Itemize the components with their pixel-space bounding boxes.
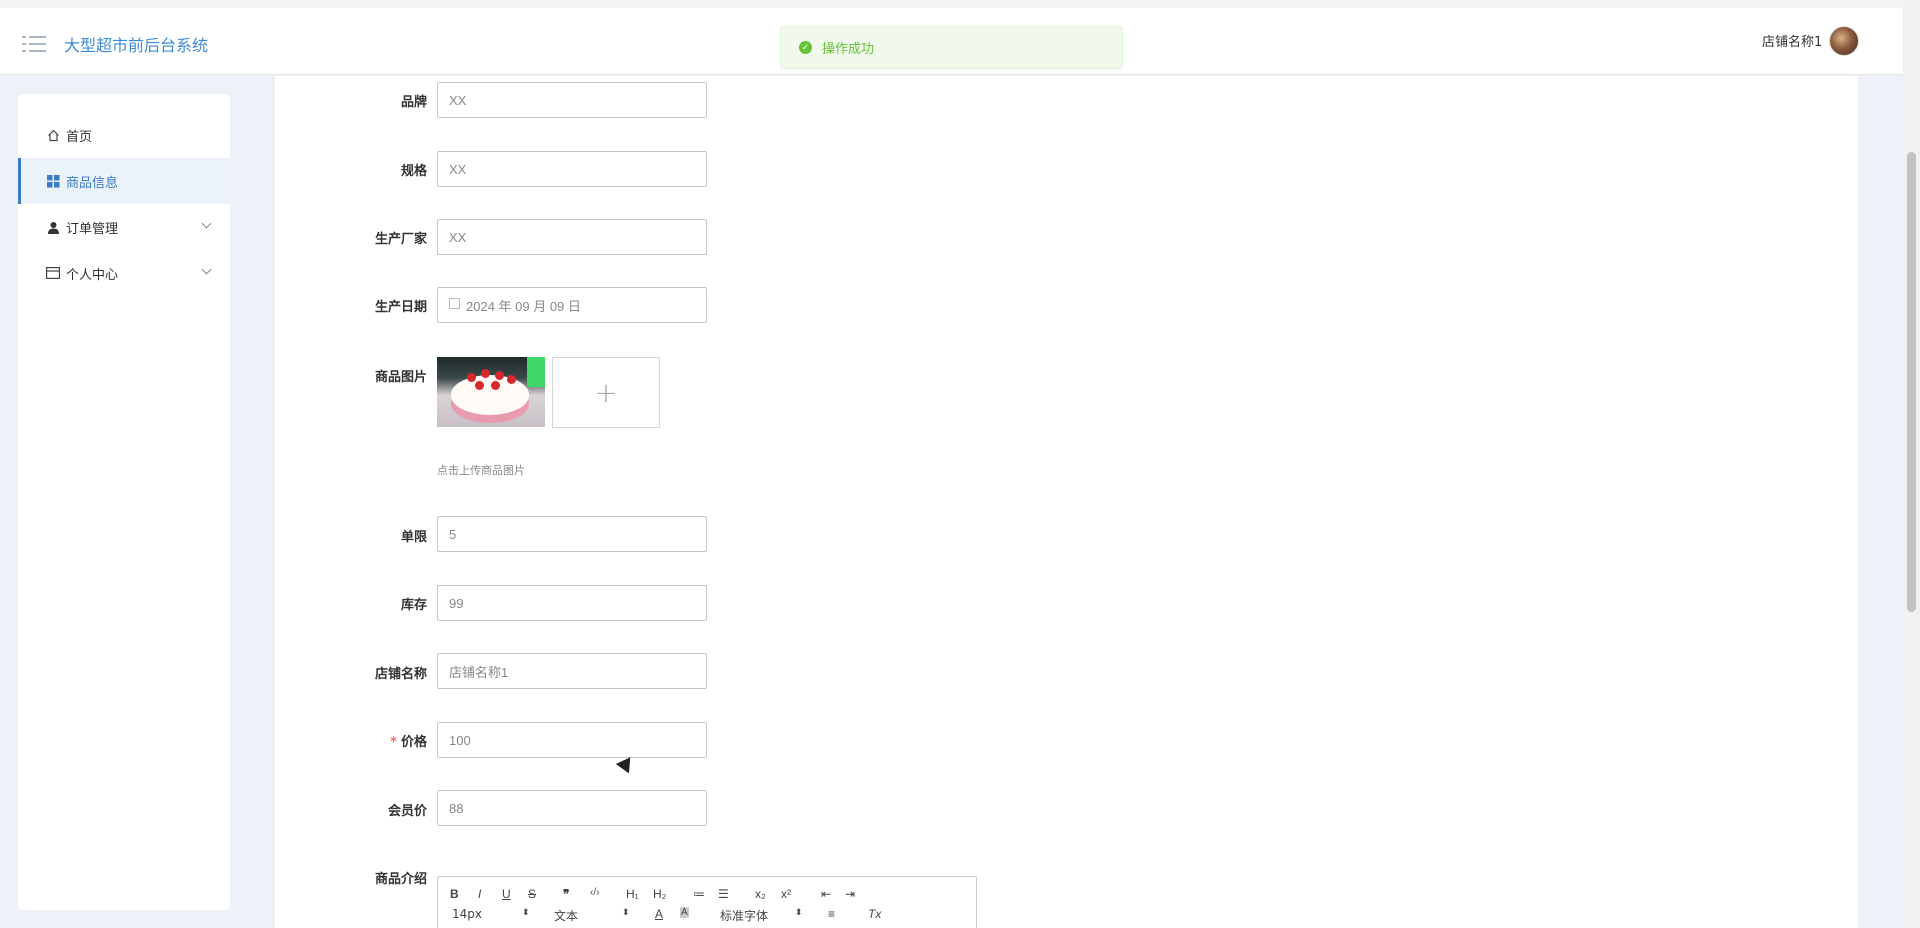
block-type-select-arrow-icon: ⬍ bbox=[622, 907, 630, 917]
superscript-button[interactable]: x² bbox=[781, 887, 791, 901]
align-icon[interactable]: ≡ bbox=[828, 907, 835, 921]
manufacturer-label: 生产厂家 bbox=[374, 232, 427, 247]
sidebar-item-products[interactable]: 商品信息 bbox=[18, 158, 230, 204]
brand-input[interactable]: XX bbox=[437, 82, 707, 118]
description-label: 商品介绍 bbox=[374, 872, 427, 887]
sidebar-item-label: 商品信息 bbox=[66, 175, 119, 191]
font-family-select[interactable]: 标准字体 bbox=[720, 907, 768, 924]
blockquote-button[interactable]: ❞ bbox=[563, 887, 569, 901]
product-image-label: 商品图片 bbox=[374, 370, 427, 385]
upload-image-button[interactable]: + bbox=[552, 357, 660, 428]
top-bar: 大型超市前后台系统 ✓ 操作成功 店铺名称1 bbox=[0, 0, 1903, 75]
product-image-thumbnail[interactable] bbox=[437, 357, 545, 427]
upload-tip: 点击上传商品图片 bbox=[437, 464, 525, 477]
block-type-select[interactable]: 文本 bbox=[554, 907, 578, 924]
grid-icon bbox=[46, 174, 60, 188]
page-scrollbar[interactable] bbox=[1903, 0, 1920, 928]
scrollbar-thumb[interactable] bbox=[1907, 152, 1916, 612]
member-price-input[interactable]: 88 bbox=[437, 790, 707, 826]
sidebar-item-label: 订单管理 bbox=[66, 221, 119, 237]
user-shop-name[interactable]: 店铺名称1 bbox=[1762, 31, 1822, 50]
price-label: * 价格 bbox=[307, 731, 427, 750]
limit-input[interactable]: 5 bbox=[437, 516, 707, 552]
avatar[interactable] bbox=[1829, 26, 1859, 56]
production-date-picker[interactable]: 2024 年 09 月 09 日 bbox=[437, 287, 707, 323]
text-color-icon[interactable]: A bbox=[655, 907, 663, 921]
plus-icon: + bbox=[594, 376, 618, 409]
member-price-label: 会员价 bbox=[387, 804, 427, 819]
check-circle-icon: ✓ bbox=[799, 41, 812, 54]
sidebar-item-label: 首页 bbox=[66, 129, 93, 145]
card-icon bbox=[46, 266, 60, 280]
font-size-select-arrow-icon: ⬍ bbox=[522, 907, 530, 917]
brand-label: 品牌 bbox=[400, 95, 427, 110]
h2-button[interactable]: H₂ bbox=[653, 887, 666, 901]
limit-label: 单限 bbox=[400, 530, 427, 545]
clear-format-icon[interactable]: Tx bbox=[868, 907, 881, 921]
outdent-button[interactable]: ⇤ bbox=[821, 887, 831, 901]
calendar-icon bbox=[449, 297, 460, 309]
price-label-text: 价格 bbox=[400, 735, 427, 750]
sidebar-item-label: 个人中心 bbox=[66, 267, 119, 283]
manufacturer-input[interactable]: XX bbox=[437, 219, 707, 255]
h1-button[interactable]: H₁ bbox=[626, 887, 639, 901]
toast-message: 操作成功 bbox=[822, 42, 875, 57]
sidebar-item-home[interactable]: 首页 bbox=[18, 112, 230, 158]
sidebar-item-profile[interactable]: 个人中心 bbox=[18, 250, 230, 296]
sidebar: 首页 商品信息 订单管理 个人中心 bbox=[18, 94, 230, 910]
stock-label: 库存 bbox=[400, 598, 427, 613]
underline-button[interactable]: U bbox=[502, 887, 511, 901]
chevron-down-icon bbox=[201, 218, 212, 229]
stock-input[interactable]: 99 bbox=[437, 585, 707, 621]
indent-button[interactable]: ⇥ bbox=[845, 887, 855, 901]
app-title: 大型超市前后台系统 bbox=[64, 36, 209, 55]
spec-input[interactable]: XX bbox=[437, 151, 707, 187]
ordered-list-button[interactable]: ≔ bbox=[693, 887, 705, 901]
store-name-label: 店铺名称 bbox=[374, 667, 427, 682]
spec-label: 规格 bbox=[400, 164, 427, 179]
user-icon bbox=[46, 220, 60, 234]
production-date-value: 2024 年 09 月 09 日 bbox=[466, 298, 581, 314]
strike-button[interactable]: S bbox=[528, 887, 536, 901]
font-size-select[interactable]: 14px bbox=[452, 907, 482, 921]
menu-toggle-icon[interactable] bbox=[22, 34, 46, 54]
italic-button[interactable]: I bbox=[478, 887, 481, 901]
chevron-down-icon bbox=[201, 264, 212, 275]
background-color-icon[interactable]: A bbox=[680, 907, 689, 918]
success-toast: ✓ 操作成功 bbox=[780, 26, 1123, 69]
production-date-label: 生产日期 bbox=[374, 300, 427, 315]
sidebar-item-orders[interactable]: 订单管理 bbox=[18, 204, 230, 250]
price-input[interactable]: 100 bbox=[437, 722, 707, 758]
bullet-list-button[interactable]: ☰ bbox=[718, 887, 729, 901]
store-name-input[interactable]: 店铺名称1 bbox=[437, 653, 707, 689]
font-family-select-arrow-icon: ⬍ bbox=[795, 907, 803, 917]
code-block-button[interactable]: ‹/› bbox=[590, 887, 599, 898]
description-editor[interactable]: B I U S ❞ ‹/› H₁ H₂ ≔ ☰ x₂ x² ⇤ ⇥ 14px ⬍… bbox=[437, 876, 977, 928]
subscript-button[interactable]: x₂ bbox=[755, 887, 766, 901]
home-icon bbox=[46, 128, 60, 142]
bold-button[interactable]: B bbox=[450, 887, 459, 901]
required-mark: * bbox=[390, 735, 397, 750]
